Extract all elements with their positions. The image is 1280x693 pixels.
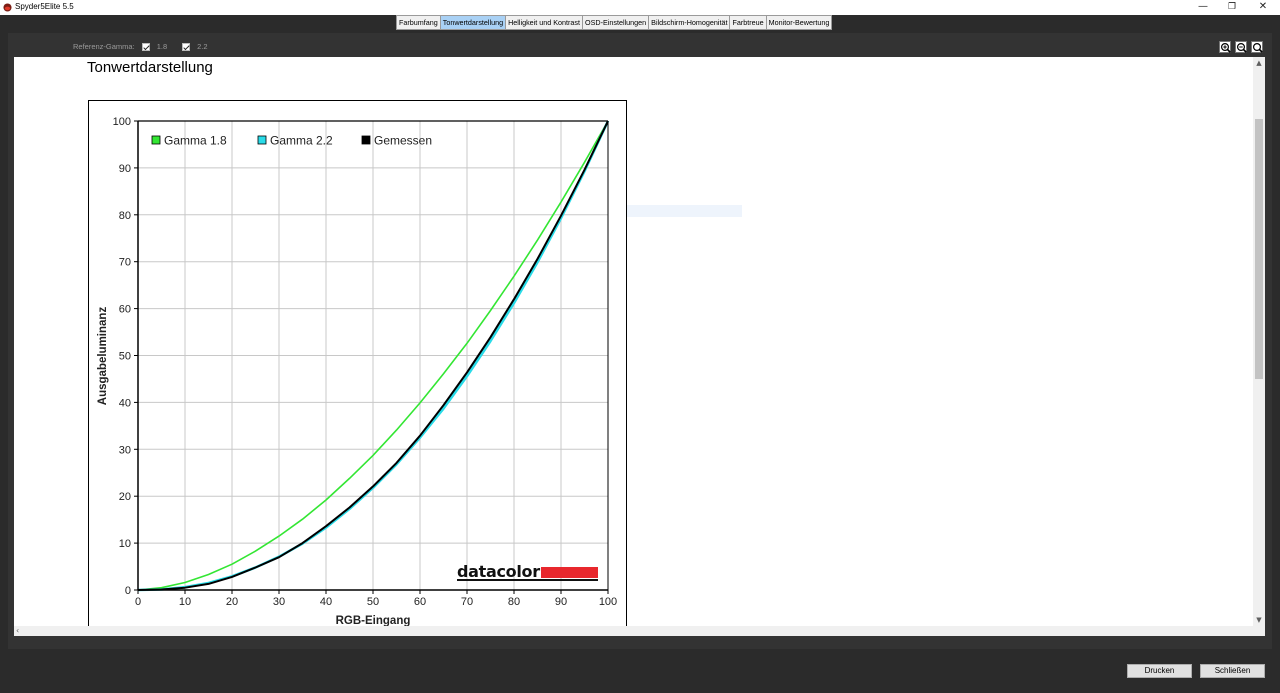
zoom-out-icon — [1236, 42, 1248, 54]
tab-tonwertdarstellung[interactable]: Tonwertdarstellung — [440, 16, 507, 29]
datacolor-logo-bar — [541, 567, 598, 578]
y-tick-label: 10 — [119, 538, 131, 550]
reference-gamma-controls: Referenz-Gamma: 1.8 2.2 — [73, 42, 216, 51]
chart-axes — [134, 120, 609, 594]
title-bar: Spyder5Elite 5.5 — ❐ ✕ — [0, 0, 1280, 15]
y-tick-label: 50 — [119, 351, 131, 363]
vertical-scrollbar-thumb[interactable] — [1255, 119, 1263, 379]
chart-tick-labels: 0 10 20 30 40 50 60 70 80 90 100 0 10 20 30 40 50 60 70 80 9… — [113, 116, 618, 608]
x-tick-label: 90 — [555, 596, 567, 608]
reference-gamma-label: Referenz-Gamma: — [73, 42, 135, 51]
y-tick-label: 80 — [119, 210, 131, 222]
y-tick-label: 70 — [119, 257, 131, 269]
x-tick-label: 10 — [179, 596, 191, 608]
tab-monitor-bewertung[interactable]: Monitor-Bewertung — [766, 16, 832, 29]
x-tick-label: 20 — [226, 596, 238, 608]
zoom-in-icon — [1220, 42, 1232, 54]
x-tick-label: 50 — [367, 596, 379, 608]
close-button[interactable]: Schließen — [1200, 664, 1265, 678]
tab-helligkeit-kontrast[interactable]: Helligkeit und Kontrast — [506, 16, 584, 29]
chart-legend: Gamma 1.8 Gamma 2.2 Gemessen — [151, 134, 432, 148]
gamma-2-2-label: 2.2 — [197, 42, 208, 51]
legend-label: Gamma 1.8 — [164, 134, 227, 148]
zoom-fit-button[interactable] — [1251, 41, 1264, 54]
scrollbar-corner — [1253, 626, 1265, 636]
report-content: Tonwertdarstellung 0 10 20 30 40 50 60 70 80 90 10… — [14, 57, 1253, 626]
datacolor-logo-underline — [457, 579, 598, 581]
scroll-up-icon[interactable]: ▲ — [1255, 58, 1263, 68]
x-tick-label: 100 — [599, 596, 617, 608]
legend-swatch — [257, 135, 267, 145]
scroll-down-icon[interactable]: ▼ — [1255, 615, 1263, 625]
tab-farbtreue[interactable]: Farbtreue — [730, 16, 767, 29]
x-tick-label: 60 — [414, 596, 426, 608]
x-tick-label: 40 — [320, 596, 332, 608]
page-title: Tonwertdarstellung — [87, 59, 213, 76]
datacolor-logo: datacolor — [457, 562, 598, 581]
spyder-app-icon — [3, 3, 12, 12]
y-axis-label: Ausgabeluminanz — [97, 307, 109, 406]
y-tick-label: 40 — [119, 397, 131, 409]
tab-bar: Farbumfang Tonwertdarstellung Helligkeit… — [396, 15, 833, 30]
gamma-2-2-checkbox[interactable] — [182, 42, 191, 51]
tab-bildschirm-homogenitaet[interactable]: Bildschirm-Homogenität — [649, 16, 731, 29]
x-tick-label: 80 — [508, 596, 520, 608]
datacolor-logo-text: datacolor — [457, 562, 540, 581]
y-tick-label: 30 — [119, 444, 131, 456]
chart-grid — [137, 120, 609, 591]
vertical-scrollbar[interactable]: ▲ ▼ — [1253, 57, 1265, 626]
maximize-button[interactable]: ❐ — [1215, 0, 1249, 15]
legend-swatch — [151, 135, 161, 145]
x-axis-label: RGB-Eingang — [336, 615, 411, 626]
y-tick-label: 0 — [125, 585, 131, 597]
tone-response-chart: 0 10 20 30 40 50 60 70 80 90 100 0 10 20 30 40 50 60 70 80 9… — [97, 116, 618, 626]
legend-label: Gemessen — [374, 134, 432, 148]
gamma-1-8-checkbox[interactable] — [141, 42, 150, 51]
gamma-1-8-label: 1.8 — [156, 42, 168, 51]
y-tick-label: 60 — [119, 304, 131, 316]
x-tick-label: 0 — [135, 596, 141, 608]
legend-label: Gamma 2.2 — [270, 134, 333, 148]
y-tick-label: 90 — [119, 163, 131, 175]
chart-frame: 0 10 20 30 40 50 60 70 80 90 100 0 10 20 30 40 50 60 70 80 9… — [88, 100, 627, 626]
close-window-button[interactable]: ✕ — [1246, 0, 1280, 15]
zoom-in-button[interactable] — [1219, 41, 1232, 54]
tab-osd-einstellungen[interactable]: OSD-Einstellungen — [583, 16, 650, 29]
x-tick-label: 30 — [273, 596, 285, 608]
scroll-left-icon[interactable]: ‹ — [16, 626, 19, 636]
zoom-fit-icon — [1252, 42, 1264, 54]
legend-swatch — [361, 135, 371, 145]
y-tick-label: 100 — [113, 116, 131, 128]
window-title: Spyder5Elite 5.5 — [15, 2, 74, 11]
x-tick-label: 70 — [461, 596, 473, 608]
horizontal-scrollbar[interactable]: ‹ — [14, 626, 1253, 636]
zoom-out-button[interactable] — [1235, 41, 1248, 54]
y-tick-label: 20 — [119, 491, 131, 503]
print-button[interactable]: Drucken — [1127, 664, 1192, 678]
tab-farbumfang[interactable]: Farbumfang — [397, 16, 441, 29]
